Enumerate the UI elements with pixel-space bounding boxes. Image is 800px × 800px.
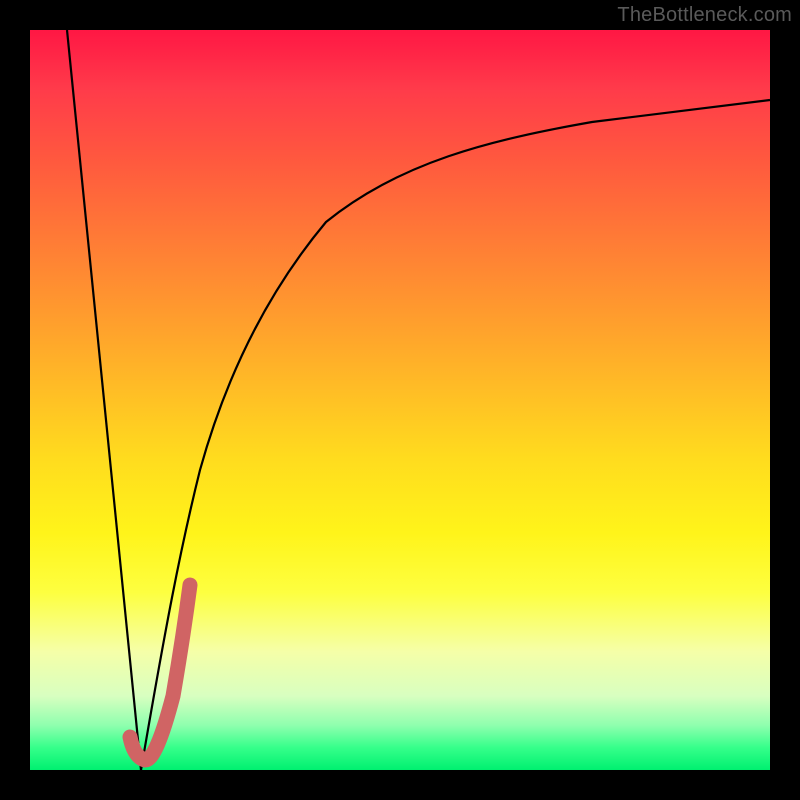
descending-line-path	[67, 30, 141, 770]
chart-svg	[30, 30, 770, 770]
marker-j-path	[130, 585, 190, 760]
plot-area	[30, 30, 770, 770]
rising-curve-path	[141, 100, 770, 770]
chart-frame: TheBottleneck.com	[0, 0, 800, 800]
watermark-text: TheBottleneck.com	[617, 4, 792, 27]
